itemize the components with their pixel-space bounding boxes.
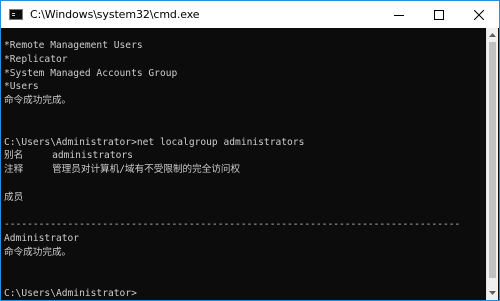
console-line: *Users — [4, 81, 39, 93]
console-line: 成员 — [4, 191, 24, 203]
console-output[interactable]: *Remote Management Users *Replicator *Sy… — [2, 28, 488, 300]
minimize-button[interactable] — [379, 1, 419, 28]
arrow-down-icon — [489, 291, 496, 295]
console-lines: *Remote Management Users *Replicator *Sy… — [4, 39, 487, 300]
arrow-up-icon — [489, 33, 496, 37]
console-line: 注释 管理员对计算机/域有不受限制的完全访问权 — [4, 164, 241, 176]
console-line: 命令成功完成。 — [4, 246, 72, 258]
console-line: *System Managed Accounts Group — [4, 67, 178, 79]
window-controls — [379, 1, 499, 28]
minimize-icon — [394, 14, 404, 16]
vertical-scrollbar[interactable] — [486, 28, 498, 300]
close-button[interactable] — [459, 1, 499, 28]
scrollbar-thumb[interactable] — [489, 42, 496, 278]
cmd-window: C:\Windows\system32\cmd.exe *Remote Mana… — [0, 0, 500, 301]
cmd-icon[interactable] — [9, 9, 23, 20]
console-line: C:\Users\Administrator>net localgroup ad… — [4, 136, 305, 148]
maximize-button[interactable] — [419, 1, 459, 28]
title-bar[interactable]: C:\Windows\system32\cmd.exe — [1, 1, 499, 28]
console-line: *Remote Management Users — [4, 40, 143, 51]
scroll-down-button[interactable] — [487, 286, 498, 300]
console-prompt[interactable]: C:\Users\Administrator> — [4, 287, 487, 300]
maximize-icon — [434, 9, 444, 20]
console-separator: ----------------------------------------… — [4, 218, 487, 232]
console-line: *Replicator — [4, 53, 68, 65]
close-icon — [474, 9, 484, 20]
console-line: 别名 administrators — [4, 150, 133, 162]
separator-dashes: ----------------------------------------… — [4, 219, 461, 231]
window-title: C:\Windows\system32\cmd.exe — [30, 8, 200, 21]
console-line: 命令成功完成。 — [4, 95, 72, 107]
console-line: Administrator — [4, 233, 80, 245]
scroll-up-button[interactable] — [487, 28, 498, 42]
